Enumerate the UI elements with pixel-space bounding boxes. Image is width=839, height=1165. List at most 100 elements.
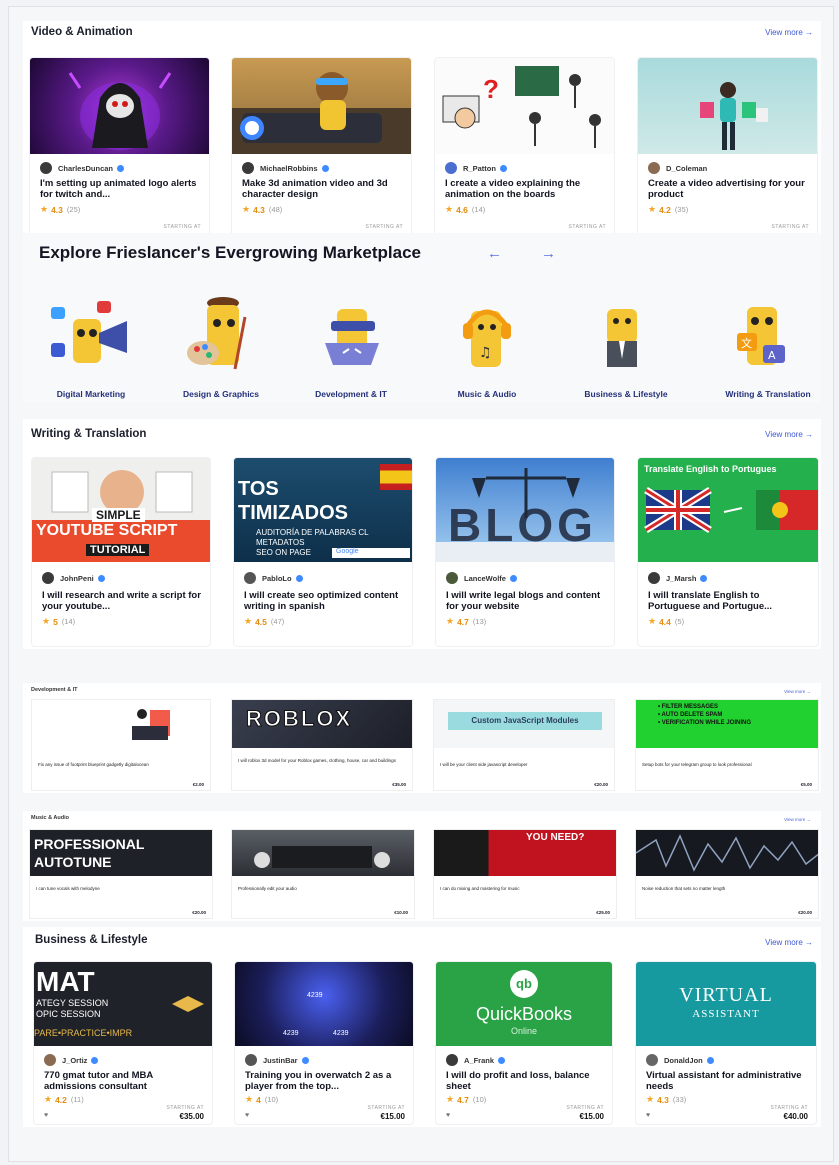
- gig-title[interactable]: I'm setting up animated logo alerts for …: [40, 178, 201, 200]
- gig-title[interactable]: I will translate English to Portuguese a…: [648, 590, 810, 612]
- view-more-link[interactable]: View more →: [765, 931, 813, 953]
- carousel-prev-button[interactable]: ←: [487, 245, 502, 262]
- gig-title[interactable]: 770 gmat tutor and MBA admissions consul…: [44, 1070, 204, 1092]
- thumb-text-mat: MAT: [36, 966, 95, 997]
- category-label[interactable]: Music & Audio: [422, 389, 552, 399]
- gig-title[interactable]: I can tune vocals with melodyne: [36, 886, 100, 891]
- category-label[interactable]: Writing & Translation: [703, 389, 833, 399]
- seller-info[interactable]: D_Coleman: [648, 162, 707, 174]
- gig-thumbnail: ?: [435, 58, 614, 154]
- favorite-icon[interactable]: ♥: [245, 1112, 249, 1119]
- gig-title[interactable]: I will create seo optimized content writ…: [244, 590, 404, 612]
- gig-card[interactable]: Custom JavaScript Modules I will be your…: [433, 699, 615, 791]
- view-more-link[interactable]: View more →: [784, 817, 811, 822]
- gig-card[interactable]: ? R_Patton I create a video explaining t…: [434, 57, 615, 237]
- seller-info[interactable]: DonaldJon: [646, 1054, 714, 1066]
- category-music-audio[interactable]: ♫: [427, 297, 547, 382]
- seller-info[interactable]: LanceWolfe: [446, 572, 517, 584]
- category-label[interactable]: Design & Graphics: [156, 389, 286, 399]
- gig-card[interactable]: Noise reduction that sets no matter leng…: [635, 829, 819, 919]
- category-label[interactable]: Business & Lifestyle: [561, 389, 691, 399]
- gig-title[interactable]: Professionally edit your audio: [238, 886, 297, 891]
- gig-thumbnail: qb QuickBooks Online: [436, 962, 612, 1046]
- review-count: (35): [674, 205, 689, 214]
- view-more-link[interactable]: View more →: [784, 689, 811, 694]
- gig-price: €20.00: [594, 782, 608, 787]
- section-title: Development & IT: [31, 687, 78, 693]
- seller-info[interactable]: J_Marsh: [648, 572, 708, 584]
- star-icon: ★: [646, 1094, 655, 1104]
- starting-at-label: STARTING AT: [166, 1105, 204, 1111]
- seller-info[interactable]: CharlesDuncan: [40, 162, 125, 174]
- gig-card[interactable]: VIRTUAL ASSISTANT DonaldJon Virtual assi…: [635, 961, 817, 1125]
- seller-name: LanceWolfe: [464, 573, 506, 583]
- section-title: Business & Lifestyle: [35, 934, 148, 946]
- category-label[interactable]: Development & IT: [286, 389, 416, 399]
- gig-title[interactable]: Training you in overwatch 2 as a player …: [245, 1070, 405, 1092]
- gig-card[interactable]: CharlesDuncan I'm setting up animated lo…: [29, 57, 210, 237]
- gig-title[interactable]: Make 3d animation video and 3d character…: [242, 178, 403, 200]
- seller-info[interactable]: J_Ortiz: [44, 1054, 99, 1066]
- seller-info[interactable]: A_Frank: [446, 1054, 506, 1066]
- gig-title[interactable]: Noise reduction that sets no matter leng…: [642, 886, 725, 891]
- category-development-it[interactable]: [291, 297, 411, 382]
- seller-info[interactable]: JohnPeni: [42, 572, 105, 584]
- star-icon: ★: [245, 1094, 254, 1104]
- gig-title[interactable]: I will do profit and loss, balance sheet: [446, 1070, 604, 1092]
- thumb-text-sr-2: 4239: [283, 1030, 299, 1037]
- favorite-icon[interactable]: ♥: [446, 1112, 450, 1119]
- category-design-graphics[interactable]: [161, 297, 281, 382]
- thumb-text-online: Online: [510, 1026, 537, 1036]
- gig-card[interactable]: D_Coleman Create a video advertising for…: [637, 57, 818, 237]
- gig-card[interactable]: ROBLOX I will roblox 3d model for your R…: [231, 699, 413, 791]
- rating-value: 4.2: [55, 1094, 67, 1105]
- gig-title[interactable]: I create a video explaining the animatio…: [445, 178, 606, 200]
- gig-card[interactable]: Translate English to Portugues J_Marsh I…: [637, 457, 819, 647]
- view-more-link[interactable]: View more →: [765, 21, 813, 43]
- gig-title[interactable]: Create a video advertising for your prod…: [648, 178, 809, 200]
- gig-title[interactable]: Setup bots for your telegram group to lo…: [642, 762, 752, 767]
- view-more-link[interactable]: View more →: [765, 423, 813, 445]
- svg-text:A: A: [768, 349, 776, 362]
- gig-card[interactable]: • FILTER MESSAGES • AUTO DELETE SPAM • V…: [635, 699, 819, 791]
- gig-title[interactable]: I can do mixing and mastering for music: [440, 886, 520, 891]
- seller-avatar: [446, 1054, 458, 1066]
- gig-title[interactable]: I will research and write a script for y…: [42, 590, 202, 612]
- thumb-text-roblox: ROBLOX: [245, 706, 353, 732]
- gig-title[interactable]: Fix any issue of footprint blueprint gad…: [38, 762, 149, 767]
- seller-info[interactable]: PabloLo: [244, 572, 303, 584]
- svg-text:?: ?: [483, 74, 499, 104]
- category-writing-translation[interactable]: 文 A: [709, 297, 829, 382]
- category-digital-marketing[interactable]: [31, 297, 151, 382]
- carousel-next-button[interactable]: →: [541, 245, 556, 262]
- gig-card[interactable]: MichaelRobbins Make 3d animation video a…: [231, 57, 412, 237]
- favorite-icon[interactable]: ♥: [44, 1112, 48, 1119]
- gig-card[interactable]: Professionally edit your audio €10.00: [231, 829, 415, 919]
- gig-card[interactable]: YOU NEED? I can do mixing and mastering …: [433, 829, 617, 919]
- explore-title: Explore Frieslancer's Evergrowing Market…: [39, 243, 421, 262]
- seller-avatar: [646, 1054, 658, 1066]
- gig-title[interactable]: Virtual assistant for administrative nee…: [646, 1070, 808, 1092]
- gig-title[interactable]: I will be your client side javascript de…: [440, 762, 528, 767]
- favorite-icon[interactable]: ♥: [646, 1112, 650, 1119]
- verified-badge-icon: [97, 574, 105, 582]
- gig-title[interactable]: I will write legal blogs and content for…: [446, 590, 606, 612]
- seller-info[interactable]: JustinBar: [245, 1054, 309, 1066]
- gig-thumbnail: [638, 58, 817, 154]
- gig-card[interactable]: BLOG LanceWolfe I will write legal blogs…: [435, 457, 615, 647]
- seller-info[interactable]: MichaelRobbins: [242, 162, 329, 174]
- gig-card[interactable]: MAT ATEGY SESSION OPIC SESSION PARE•PRAC…: [33, 961, 213, 1125]
- thumb-text-quickbooks: QuickBooks: [475, 1004, 573, 1024]
- gig-card[interactable]: SIMPLE YOUTUBE SCRIPT TUTORIAL JohnPeni …: [31, 457, 211, 647]
- gig-card[interactable]: PROFESSIONAL AUTOTUNE I can tune vocals …: [29, 829, 213, 919]
- gig-card[interactable]: TOS TIMIZADOS AUDITORÍA DE PALABRAS CL M…: [233, 457, 413, 647]
- gig-card[interactable]: qb QuickBooks Online A_Frank I will do p…: [435, 961, 613, 1125]
- gig-rating: ★ 4.5 (47): [244, 616, 284, 627]
- category-business-lifestyle[interactable]: [561, 297, 681, 382]
- category-label[interactable]: Digital Marketing: [26, 389, 156, 399]
- seller-info[interactable]: R_Patton: [445, 162, 507, 174]
- gig-card[interactable]: Fix any issue of footprint blueprint gad…: [31, 699, 211, 791]
- gig-card[interactable]: 4239 4239 4239 JustinBar Training you in…: [234, 961, 414, 1125]
- star-icon: ★: [445, 204, 454, 214]
- gig-title[interactable]: I will roblox 3d model for your Roblox g…: [238, 758, 406, 763]
